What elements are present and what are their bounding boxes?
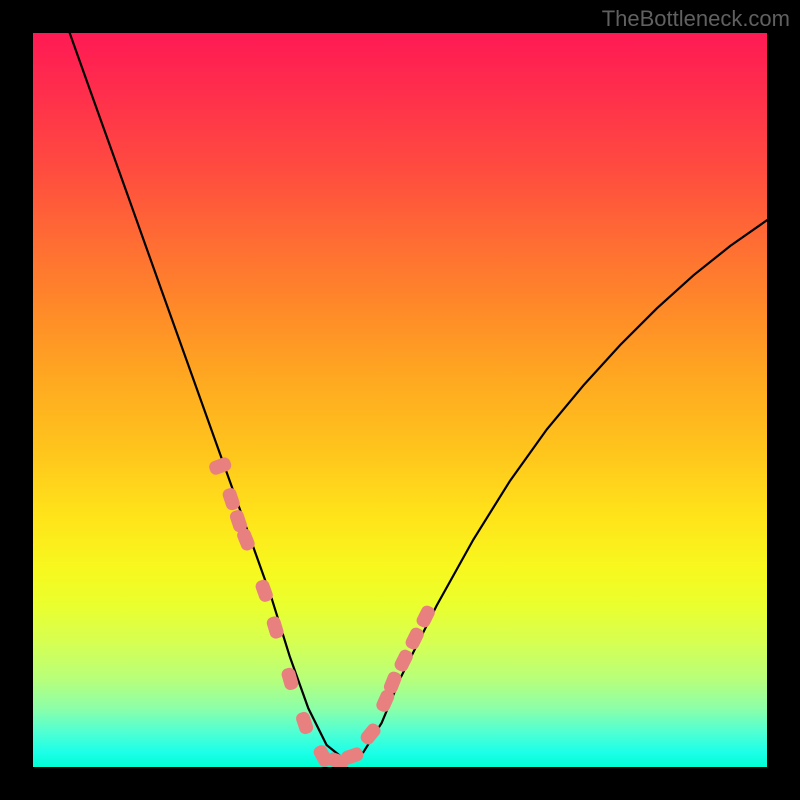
chart-frame: TheBottleneck.com xyxy=(0,0,800,800)
curve-marker xyxy=(207,456,232,477)
curve-marker xyxy=(280,666,299,691)
curve-markers xyxy=(207,456,436,767)
curve-layer xyxy=(33,33,767,767)
curve-marker xyxy=(404,626,426,652)
bottleneck-curve xyxy=(70,33,767,760)
curve-marker xyxy=(415,604,437,630)
watermark-text: TheBottleneck.com xyxy=(602,6,790,32)
curve-marker xyxy=(265,615,285,640)
curve-marker xyxy=(393,648,415,674)
